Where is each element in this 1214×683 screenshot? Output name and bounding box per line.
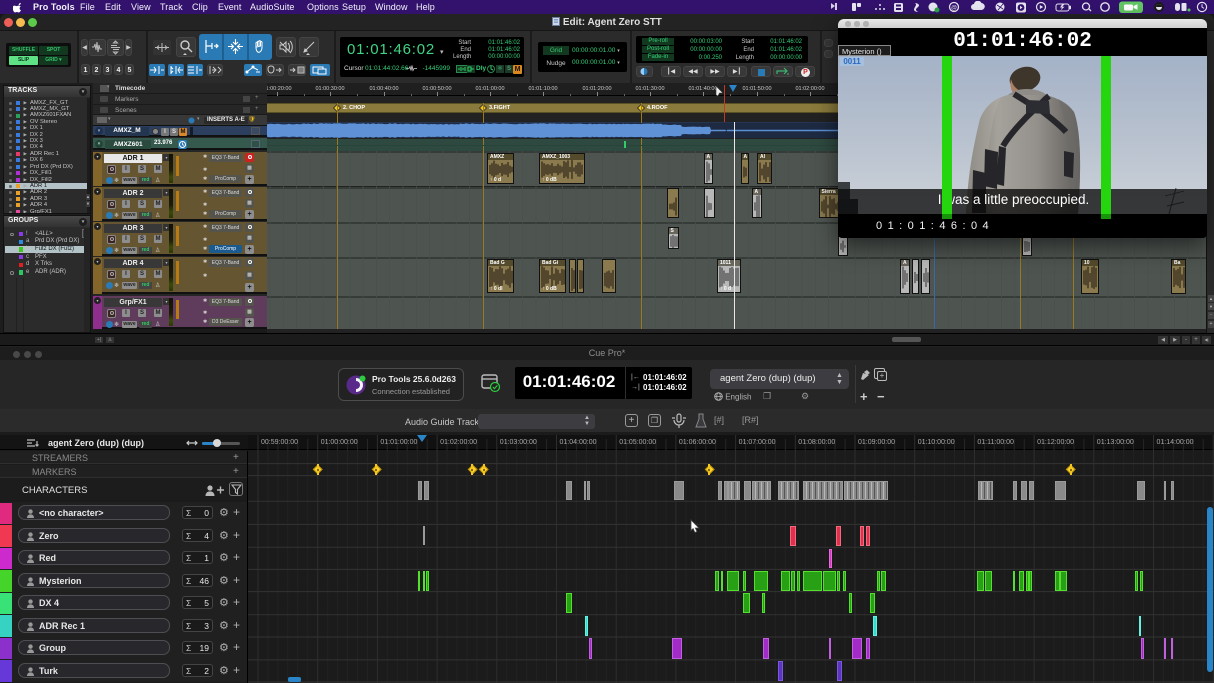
svg-text:@: @ [951,6,957,12]
